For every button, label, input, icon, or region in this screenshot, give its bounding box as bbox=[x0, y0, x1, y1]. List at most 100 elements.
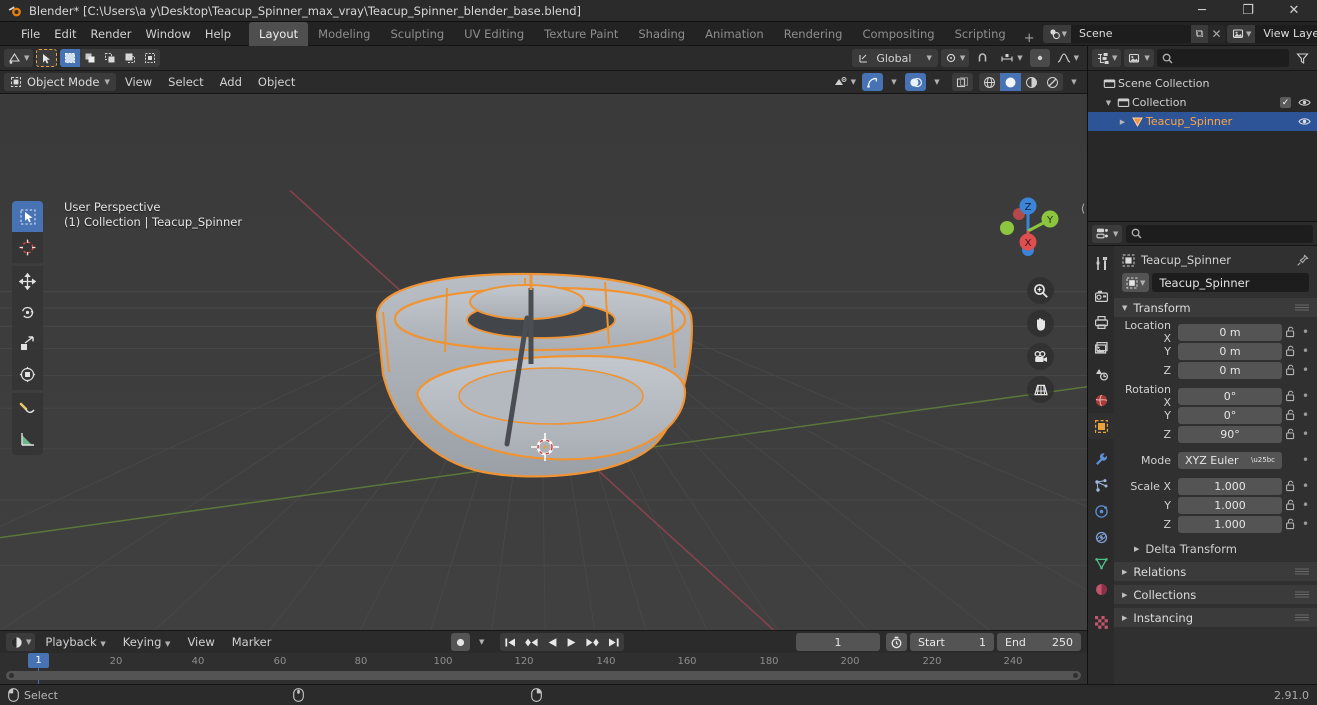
lock-icon[interactable] bbox=[1282, 409, 1299, 421]
viewport-menu-select[interactable]: Select bbox=[161, 73, 210, 91]
transform-panel-header[interactable]: ▼ Transform bbox=[1114, 298, 1317, 317]
timeline-menu-playback[interactable]: Playback ▼ bbox=[38, 633, 112, 651]
transform-tool[interactable] bbox=[12, 359, 43, 390]
object-mode-dropdown[interactable]: Object Mode ▼ bbox=[4, 73, 116, 91]
workspace-tab-uv-editing[interactable]: UV Editing bbox=[454, 22, 534, 46]
object-visibility-dropdown[interactable]: ▼ bbox=[830, 73, 860, 91]
auto-keyframe-toggle[interactable] bbox=[450, 633, 470, 651]
timeline-menu-marker[interactable]: Marker bbox=[225, 633, 279, 651]
menu-edit[interactable]: Edit bbox=[47, 24, 83, 44]
jump-next-keyframe-button[interactable] bbox=[580, 633, 604, 651]
lock-icon[interactable] bbox=[1282, 345, 1299, 357]
snap-magnet-toggle[interactable] bbox=[972, 49, 993, 67]
animate-property-dot[interactable]: • bbox=[1299, 408, 1312, 422]
object-name-field[interactable]: Teacup_Spinner bbox=[1152, 273, 1309, 292]
menu-help[interactable]: Help bbox=[198, 24, 238, 44]
lock-icon[interactable] bbox=[1282, 364, 1299, 376]
current-frame-field[interactable]: 1 bbox=[796, 633, 880, 651]
proportional-editing-toggle[interactable] bbox=[1029, 49, 1050, 67]
outliner-editor-type-button[interactable]: ▼ bbox=[1092, 49, 1122, 67]
rotation-x-field[interactable]: 0° bbox=[1178, 387, 1282, 405]
animate-property-dot[interactable]: • bbox=[1299, 498, 1312, 512]
scale-x-field[interactable]: 1.000 bbox=[1178, 477, 1282, 495]
jump-prev-keyframe-button[interactable] bbox=[519, 633, 543, 651]
pivot-point-dropdown[interactable]: ▼ bbox=[940, 49, 970, 67]
transform-orientation-dropdown[interactable]: Global ▼ bbox=[852, 49, 938, 67]
scene-icon[interactable]: ▼ bbox=[1042, 24, 1071, 43]
shading-wireframe-button[interactable] bbox=[979, 73, 1000, 91]
editor-type-button[interactable]: ▼ bbox=[4, 49, 34, 67]
animate-property-dot[interactable]: • bbox=[1299, 479, 1312, 493]
outliner-row-collection[interactable]: ▼ Collection ✓ bbox=[1088, 93, 1317, 112]
object-tab[interactable] bbox=[1088, 413, 1114, 439]
expander-closed-icon[interactable]: ▶ bbox=[1116, 118, 1129, 126]
scale-z-field[interactable]: 1.000 bbox=[1178, 515, 1282, 533]
animate-property-dot[interactable]: • bbox=[1299, 389, 1312, 403]
use-preview-range-button[interactable] bbox=[886, 633, 907, 651]
minimize-button[interactable]: ─ bbox=[1179, 0, 1225, 21]
location-y-field[interactable]: 0 m bbox=[1178, 342, 1282, 360]
gizmo-options-dropdown[interactable]: ▼ bbox=[885, 73, 903, 91]
xray-toggle[interactable] bbox=[952, 73, 973, 91]
overlay-options-dropdown[interactable]: ▼ bbox=[928, 73, 946, 91]
menu-file[interactable]: File bbox=[14, 24, 47, 44]
snap-target-dropdown[interactable]: ▼ bbox=[996, 49, 1026, 67]
select-subtract-button[interactable] bbox=[100, 49, 121, 67]
expander-open-icon[interactable]: ▼ bbox=[1102, 99, 1115, 107]
scene-tab[interactable] bbox=[1088, 361, 1114, 387]
show-overlays-toggle[interactable] bbox=[905, 73, 926, 91]
start-frame-field[interactable]: Start 1 bbox=[910, 633, 994, 651]
rotation-mode-dropdown[interactable]: XYZ Euler \u25bc bbox=[1178, 451, 1282, 469]
texture-tab[interactable] bbox=[1088, 609, 1114, 635]
scale-y-field[interactable]: 1.000 bbox=[1178, 496, 1282, 514]
timeline-ruler[interactable]: 20 40 60 80 100 120 140 160 180 200 220 … bbox=[0, 653, 1087, 684]
shading-options-dropdown[interactable]: ▼ bbox=[1065, 73, 1083, 91]
timeline-playhead[interactable]: 1 bbox=[28, 653, 49, 668]
end-frame-field[interactable]: End 250 bbox=[997, 633, 1081, 651]
select-invert-button[interactable] bbox=[120, 49, 141, 67]
lock-icon[interactable] bbox=[1282, 499, 1299, 511]
new-scene-button[interactable]: ⧉ bbox=[1191, 24, 1208, 43]
pin-icon[interactable] bbox=[1296, 253, 1309, 267]
select-intersect-button[interactable] bbox=[140, 49, 161, 67]
cursor-tool[interactable] bbox=[12, 232, 43, 263]
shading-solid-button[interactable] bbox=[1000, 73, 1021, 91]
workspace-tab-scripting[interactable]: Scripting bbox=[945, 22, 1016, 46]
tool-tab[interactable] bbox=[1088, 250, 1114, 276]
timeline-horizontal-scrollbar[interactable] bbox=[6, 671, 1081, 680]
close-button[interactable]: ✕ bbox=[1271, 0, 1317, 21]
tweak-select-box-tool[interactable] bbox=[12, 201, 43, 232]
shading-material-preview-button[interactable] bbox=[1021, 73, 1042, 91]
maximize-button[interactable]: ❐ bbox=[1225, 0, 1271, 21]
timeline-editor-type-button[interactable]: ▼ bbox=[6, 633, 36, 651]
properties-search-input[interactable] bbox=[1126, 224, 1313, 243]
viewport-menu-object[interactable]: Object bbox=[251, 73, 302, 91]
location-z-field[interactable]: 0 m bbox=[1178, 361, 1282, 379]
lock-icon[interactable] bbox=[1282, 480, 1299, 492]
add-workspace-button[interactable]: + bbox=[1016, 31, 1043, 46]
location-x-field[interactable]: 0 m bbox=[1178, 323, 1282, 341]
lock-icon[interactable] bbox=[1282, 326, 1299, 338]
auto-keyframe-options-dropdown[interactable]: ▼ bbox=[473, 633, 491, 651]
outliner[interactable]: Scene Collection ▼ Collection ✓ ▶ Teacup… bbox=[1088, 71, 1317, 221]
workspace-tab-rendering[interactable]: Rendering bbox=[774, 22, 853, 46]
shading-rendered-button[interactable] bbox=[1042, 73, 1063, 91]
workspace-tab-animation[interactable]: Animation bbox=[695, 22, 774, 46]
workspace-tab-sculpting[interactable]: Sculpting bbox=[380, 22, 454, 46]
select-extend-button[interactable] bbox=[80, 49, 101, 67]
rotation-y-field[interactable]: 0° bbox=[1178, 406, 1282, 424]
instancing-panel-header[interactable]: ▶ Instancing bbox=[1114, 608, 1317, 627]
jump-to-start-button[interactable] bbox=[499, 633, 520, 651]
view-layer-name[interactable]: View Layer bbox=[1255, 24, 1317, 43]
viewport-menu-add[interactable]: Add bbox=[213, 73, 249, 91]
view-layer-tab[interactable] bbox=[1088, 335, 1114, 361]
collection-checkbox[interactable]: ✓ bbox=[1280, 97, 1291, 108]
measure-tool[interactable] bbox=[12, 424, 43, 455]
tool-tweak-button[interactable] bbox=[36, 49, 58, 67]
animate-property-dot[interactable]: • bbox=[1299, 517, 1312, 531]
proportional-falloff-dropdown[interactable]: ▼ bbox=[1053, 49, 1083, 67]
unlink-scene-button[interactable]: ✕ bbox=[1208, 25, 1225, 43]
outliner-display-mode-button[interactable]: ▼ bbox=[1124, 49, 1154, 67]
show-gizmo-toggle[interactable] bbox=[862, 73, 883, 91]
render-tab[interactable] bbox=[1088, 283, 1114, 309]
